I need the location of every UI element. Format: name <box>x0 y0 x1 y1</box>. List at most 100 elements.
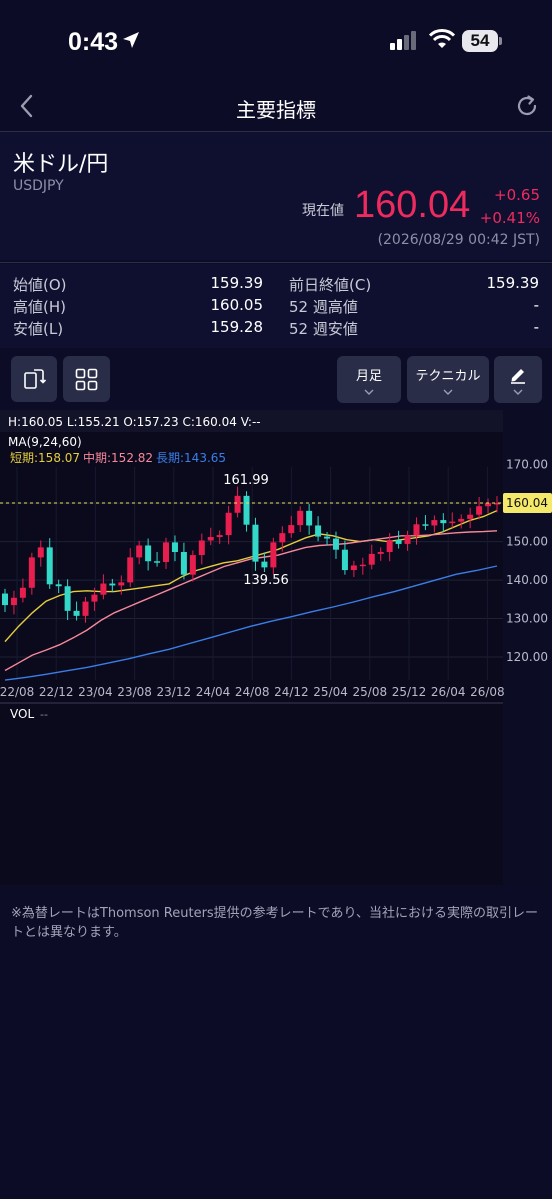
x-tick-label: 22/08 <box>0 685 34 699</box>
volume-value: -- <box>40 708 48 721</box>
candle-body <box>2 593 8 606</box>
stat-52w-low-label: 52 週安値 <box>289 320 358 338</box>
technical-select-button[interactable]: テクニカル <box>407 356 489 403</box>
battery-level: 54 <box>462 30 498 52</box>
stat-52w-low-value: - <box>533 318 539 336</box>
battery-nub <box>499 37 502 45</box>
candle-body <box>243 495 250 525</box>
current-price: 160.04 <box>354 184 471 226</box>
candle-body <box>270 542 277 568</box>
disclaimer-text: ※為替レートはThomson Reuters提供の参考レートであり、当社における… <box>11 906 539 940</box>
ma-legend-title: MA(9,24,60) <box>8 435 82 449</box>
chevron-down-icon <box>443 389 453 395</box>
x-tick-label: 23/04 <box>78 685 113 699</box>
price-chart[interactable]: 170.00160.00150.00140.00130.00120.00 22/… <box>0 410 552 885</box>
x-tick-label: 23/12 <box>157 685 192 699</box>
candle-body <box>476 506 483 515</box>
stat-prev-close-label: 前日終値(C) <box>289 276 372 294</box>
candle-body <box>431 520 438 526</box>
candle-body <box>359 564 366 567</box>
candle-body <box>458 518 465 522</box>
candle-body <box>332 538 339 550</box>
y-tick-label: 170.00 <box>506 458 548 472</box>
x-tick-label: 25/08 <box>353 685 388 699</box>
status-bar: 0:43 54 <box>0 0 552 80</box>
candle-body <box>413 524 420 536</box>
ma-short-legend: 短期:158.07 <box>10 451 80 465</box>
candle-body <box>350 565 357 571</box>
candle-body <box>297 510 304 526</box>
currency-pair-code: USDJPY <box>13 178 64 194</box>
candle-body <box>225 512 232 536</box>
candle-body <box>440 520 447 524</box>
wifi-icon <box>428 29 456 48</box>
x-tick-label: 26/08 <box>470 685 505 699</box>
candle-body <box>37 547 44 558</box>
ma-mid-legend: 中期:152.82 <box>83 450 153 465</box>
currency-pair-name: 米ドル/円 <box>13 152 109 177</box>
candle-body <box>324 536 331 539</box>
rotate-chart-button[interactable] <box>11 356 57 402</box>
candle-body <box>377 552 384 554</box>
candle-body <box>279 533 286 543</box>
candle-body <box>234 495 241 513</box>
candle-body <box>306 510 313 526</box>
stat-low-value: 159.28 <box>210 318 264 336</box>
candle-body <box>485 503 492 507</box>
period-low-annotation: 139.56 <box>243 573 289 588</box>
rotate-screen-icon <box>24 369 46 389</box>
x-tick-label: 24/12 <box>274 685 309 699</box>
stat-open-label: 始値(O) <box>13 276 67 294</box>
candle-body <box>395 540 402 544</box>
period-select-button[interactable]: 月足 <box>337 356 401 403</box>
candle-body <box>216 535 223 537</box>
divider <box>0 262 552 263</box>
ma-long-legend: 長期:143.65 <box>156 451 226 465</box>
status-time: 0:43 <box>68 28 119 56</box>
candle-body <box>64 586 71 611</box>
candle-body <box>198 540 205 556</box>
candle-body <box>422 524 429 526</box>
candle-body <box>467 514 474 519</box>
candle-body <box>180 552 187 575</box>
period-high-annotation: 161.99 <box>223 473 269 488</box>
stat-open-value: 159.39 <box>210 274 264 292</box>
stat-52w-high-label: 52 週高値 <box>289 298 358 316</box>
cellular-signal-icon <box>390 31 416 50</box>
stat-low-label: 安値(L) <box>13 320 64 338</box>
location-arrow-icon <box>123 32 139 48</box>
x-tick-label: 25/12 <box>392 685 427 699</box>
candle-body <box>261 561 268 568</box>
stat-high-value: 160.05 <box>210 296 264 314</box>
candle-body <box>73 610 80 616</box>
candle-body <box>171 542 178 552</box>
stat-high-label: 高値(H) <box>13 298 66 316</box>
volume-label: VOL <box>10 707 34 721</box>
draw-tool-button[interactable] <box>494 356 542 403</box>
candle-body <box>10 597 17 606</box>
candle-body <box>55 584 62 587</box>
grid-icon <box>75 368 98 391</box>
y-tick-label: 140.00 <box>506 573 548 587</box>
refresh-icon[interactable] <box>514 92 540 120</box>
price-change-absolute: +0.65 <box>494 186 540 204</box>
quote-timestamp: (2026/08/29 00:42 JST) <box>377 232 540 248</box>
y-tick-label: 120.00 <box>506 650 548 664</box>
last-price-tag-label: 160.04 <box>506 496 548 510</box>
y-tick-label: 150.00 <box>506 535 548 549</box>
candle-body <box>19 587 26 598</box>
candle-body <box>136 545 143 558</box>
candle-body <box>46 547 53 585</box>
candle-body <box>163 542 170 562</box>
price-change-percent: +0.41% <box>479 209 540 227</box>
candle-body <box>189 555 196 575</box>
candle-body <box>154 561 161 563</box>
candle-body <box>368 553 375 565</box>
chevron-down-icon <box>513 389 523 395</box>
layout-grid-button[interactable] <box>63 356 110 402</box>
candle-body <box>127 557 134 583</box>
battery-indicator: 54 <box>462 30 502 52</box>
x-tick-label: 26/04 <box>431 685 466 699</box>
candle-body <box>28 557 35 588</box>
candle-body <box>288 525 295 534</box>
